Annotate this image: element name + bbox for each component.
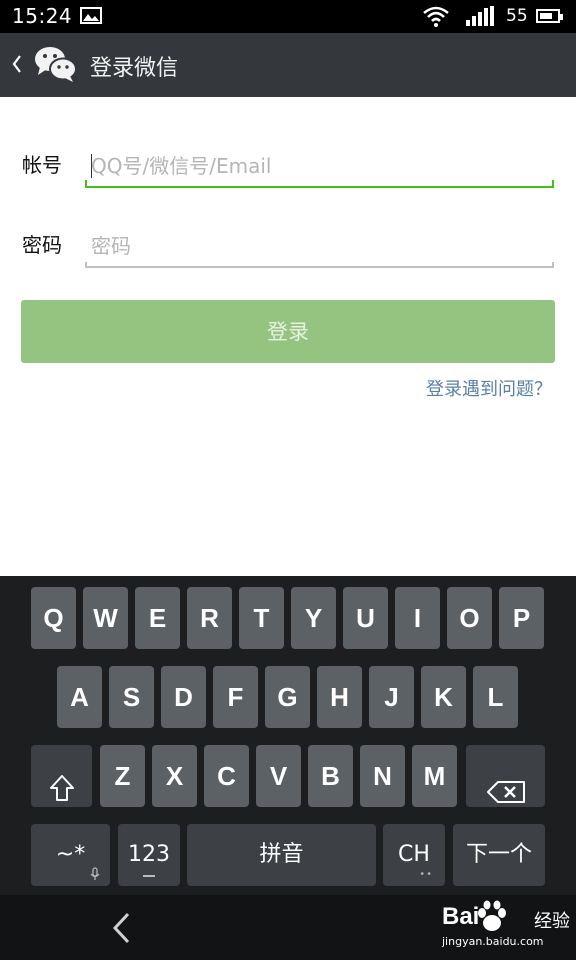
numbers-key-label: 123 [128,842,170,867]
language-key-dots: •• [419,869,433,880]
numbers-key-underline [143,875,155,877]
password-field[interactable] [85,226,554,268]
nav-back-icon[interactable] [110,911,134,949]
symbols-key[interactable]: ~* [31,824,110,886]
watermark-url: jingyan.baidu.com [442,935,544,948]
key-z[interactable]: Z [100,745,145,807]
symbols-key-label: ~* [55,842,86,867]
key-s[interactable]: S [109,666,154,728]
battery-level: 55 [506,6,528,26]
watermark-suffix: 经验 [534,911,570,932]
password-label: 密码 [22,233,62,257]
account-input[interactable] [91,152,531,180]
backspace-key[interactable] [466,745,545,807]
title-bar: 登录微信 [0,33,576,97]
gallery-icon [80,7,102,24]
key-d[interactable]: D [161,666,206,728]
status-bar: 15:24 55 [0,0,576,33]
login-button[interactable]: 登录 [21,300,555,363]
language-key-label: CH [398,842,430,867]
key-x[interactable]: X [152,745,197,807]
numbers-key[interactable]: 123 [118,824,180,886]
shift-icon [49,762,75,824]
key-v[interactable]: V [256,745,301,807]
microphone-icon [90,867,100,884]
key-b[interactable]: B [308,745,353,807]
account-label: 帐号 [22,153,62,177]
page-title: 登录微信 [90,56,179,81]
key-h[interactable]: H [317,666,362,728]
key-q[interactable]: Q [31,587,76,649]
backspace-icon [486,764,526,826]
baidu-paw-icon [474,899,510,937]
key-r[interactable]: R [187,587,232,649]
key-i[interactable]: I [395,587,440,649]
key-e[interactable]: E [135,587,180,649]
account-field[interactable] [85,146,554,188]
language-key[interactable]: CH •• [383,824,445,886]
key-y[interactable]: Y [291,587,336,649]
wechat-logo-icon [34,45,78,87]
signal-icon [466,6,494,30]
key-p[interactable]: P [499,587,544,649]
key-t[interactable]: T [239,587,284,649]
password-input[interactable] [91,232,531,260]
login-help-link[interactable]: 登录遇到问题？ [426,375,552,401]
next-key[interactable]: 下一个 [453,824,545,886]
key-l[interactable]: L [473,666,518,728]
battery-icon [536,9,563,23]
key-n[interactable]: N [360,745,405,807]
key-c[interactable]: C [204,745,249,807]
key-m[interactable]: M [412,745,457,807]
key-a[interactable]: A [57,666,102,728]
text-caret [91,154,92,178]
back-chevron-icon[interactable] [10,53,24,79]
status-time: 15:24 [12,4,73,28]
key-g[interactable]: G [265,666,310,728]
key-w[interactable]: W [83,587,128,649]
login-form: 帐号 密码 登录 登录遇到问题？ [0,97,576,577]
shift-key[interactable] [31,745,92,807]
key-f[interactable]: F [213,666,258,728]
baidu-watermark: Bai 经验 jingyan.baidu.com [440,895,576,960]
key-u[interactable]: U [343,587,388,649]
space-key[interactable]: 拼音 [187,824,376,886]
key-j[interactable]: J [369,666,414,728]
wifi-icon [422,5,450,31]
key-o[interactable]: O [447,587,492,649]
key-k[interactable]: K [421,666,466,728]
